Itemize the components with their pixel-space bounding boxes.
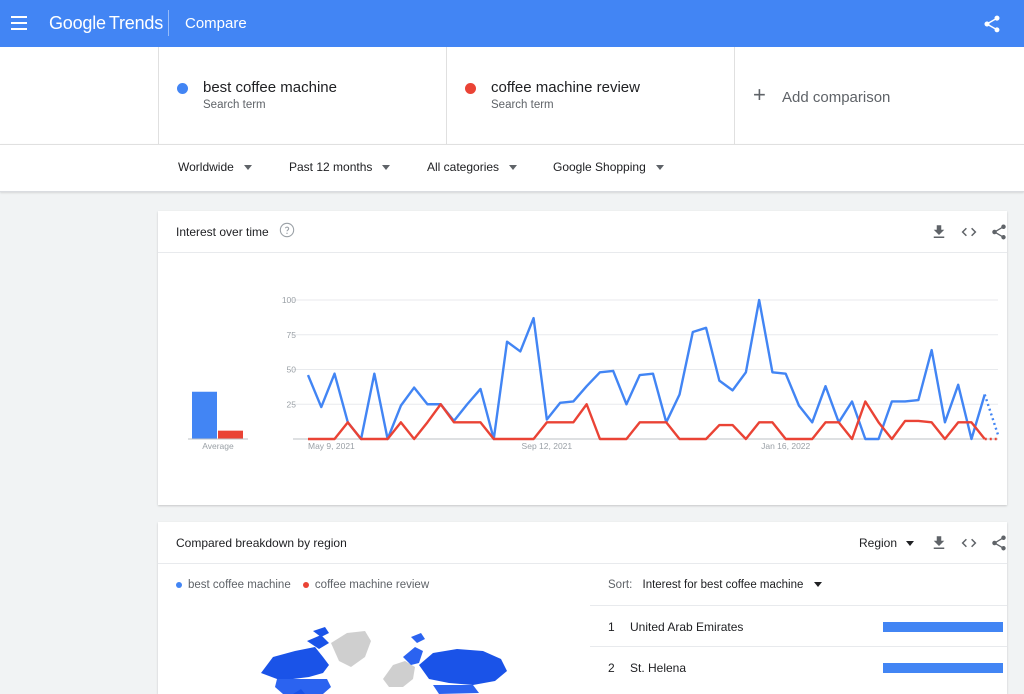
region-breakdown-title: Compared breakdown by region	[176, 536, 347, 550]
rank-number: 2	[608, 661, 615, 675]
embed-code-icon[interactable]	[960, 223, 978, 241]
region-breakdown-card: Compared breakdown by region Region best…	[158, 522, 1007, 694]
card-header: Interest over time	[158, 211, 1007, 253]
plus-icon: +	[753, 82, 766, 107]
y-tick-label: 75	[287, 330, 297, 340]
region-level-select[interactable]: Region	[859, 536, 915, 550]
legend-item-1: best coffee machine	[176, 579, 291, 591]
top-app-bar: Google Trends Compare	[0, 0, 1024, 47]
sort-value-label: Interest for best coffee machine	[642, 579, 804, 591]
map-region-asia-south	[433, 685, 479, 694]
chevron-down-icon	[906, 541, 915, 547]
help-icon[interactable]	[279, 222, 295, 238]
sort-control: Sort: Interest for best coffee machine	[608, 579, 823, 591]
interest-over-time-title: Interest over time	[176, 225, 269, 239]
category-filter[interactable]: All categories	[427, 160, 518, 174]
term-1-name: best coffee machine	[203, 79, 337, 96]
sort-label: Sort:	[608, 579, 633, 591]
logo-trends-text: Trends	[108, 13, 163, 33]
page-title: Compare	[185, 15, 247, 32]
term-1-type: Search term	[203, 99, 266, 111]
hamburger-menu-icon[interactable]	[11, 16, 27, 30]
world-map[interactable]	[243, 607, 513, 694]
average-bar-2	[218, 430, 243, 439]
sort-select[interactable]: Interest for best coffee machine	[643, 579, 823, 591]
region-filter[interactable]: Worldwide	[178, 160, 252, 174]
region-level-label: Region	[859, 536, 898, 550]
embed-code-icon[interactable]	[960, 534, 978, 552]
property-filter-label: Google Shopping	[553, 160, 646, 174]
rank-value-bar	[883, 622, 1003, 632]
map-region-greenland	[331, 631, 371, 667]
y-tick-label: 25	[287, 399, 297, 409]
filter-bar: Worldwide Past 12 months All categories …	[0, 144, 1024, 192]
term-2-type: Search term	[491, 99, 554, 111]
interest-over-time-card: Interest over time 25 50 75 100 May 9, 2021 S…	[158, 211, 1007, 505]
chevron-down-icon	[243, 165, 252, 171]
legend-label-2: coffee machine review	[314, 579, 430, 591]
legend-item-2: coffee machine review	[302, 579, 430, 591]
logo-google-text: Google	[49, 13, 106, 33]
average-label: Average	[202, 441, 234, 451]
chevron-down-icon	[814, 582, 823, 588]
chevron-down-icon	[382, 165, 391, 171]
series-line-2	[308, 400, 986, 441]
legend-label-1: best coffee machine	[188, 579, 291, 591]
x-tick-label: Sep 12, 2021	[522, 441, 573, 451]
region-name: United Arab Emirates	[630, 620, 744, 634]
map-legend: best coffee machine coffee machine revie…	[176, 579, 438, 591]
rank-value-bar	[883, 663, 1003, 673]
list-item[interactable]: 1 United Arab Emirates	[590, 605, 1007, 646]
map-region-canada	[261, 647, 329, 679]
property-filter[interactable]: Google Shopping	[553, 160, 664, 174]
card-header: Compared breakdown by region Region	[158, 522, 1007, 564]
download-icon[interactable]	[930, 534, 948, 552]
term-2-color-dot	[465, 83, 476, 94]
share-icon[interactable]	[982, 14, 1002, 34]
download-icon[interactable]	[930, 223, 948, 241]
region-name: St. Helena	[630, 661, 687, 675]
series-partial-1	[983, 394, 1000, 436]
interest-over-time-chart[interactable]: 25 50 75 100 May 9, 2021 Sep 12, 2021 Jan 16, …	[158, 253, 1007, 505]
x-tick-label: Jan 16, 2022	[761, 441, 810, 451]
chevron-down-icon	[655, 165, 664, 171]
share-icon[interactable]	[990, 534, 1008, 552]
header-divider	[168, 10, 169, 36]
list-item[interactable]: 2 St. Helena	[590, 646, 1007, 687]
search-terms-bar: best coffee machine Search term coffee m…	[0, 47, 1024, 144]
region-filter-label: Worldwide	[178, 160, 234, 174]
map-region-svalbard	[411, 633, 425, 643]
map-region-arctic-islands	[307, 635, 329, 649]
region-rank-list: 1 United Arab Emirates 2 St. Helena	[590, 605, 1007, 687]
add-comparison-label: Add comparison	[782, 89, 891, 106]
search-term-2[interactable]: coffee machine review Search term	[446, 47, 734, 144]
term-1-color-dot	[177, 83, 188, 94]
time-filter[interactable]: Past 12 months	[289, 160, 391, 174]
map-region-russia	[419, 649, 507, 685]
share-icon[interactable]	[990, 223, 1008, 241]
legend-dot-blue	[176, 581, 182, 588]
chevron-down-icon	[509, 165, 518, 171]
add-comparison-button[interactable]: + Add comparison	[734, 47, 1024, 144]
search-term-1[interactable]: best coffee machine Search term	[158, 47, 446, 144]
x-tick-label: May 9, 2021	[308, 441, 355, 451]
category-filter-label: All categories	[427, 160, 500, 174]
average-bar-1	[192, 391, 217, 439]
legend-dot-red	[302, 581, 309, 588]
time-filter-label: Past 12 months	[289, 160, 373, 174]
google-trends-logo[interactable]: Google Trends	[49, 13, 163, 34]
map-region-europe	[383, 661, 415, 687]
term-2-name: coffee machine review	[491, 79, 640, 96]
rank-number: 1	[608, 620, 615, 634]
y-tick-label: 100	[282, 295, 296, 305]
map-region-north-islands	[313, 627, 329, 637]
y-tick-label: 50	[287, 365, 297, 375]
